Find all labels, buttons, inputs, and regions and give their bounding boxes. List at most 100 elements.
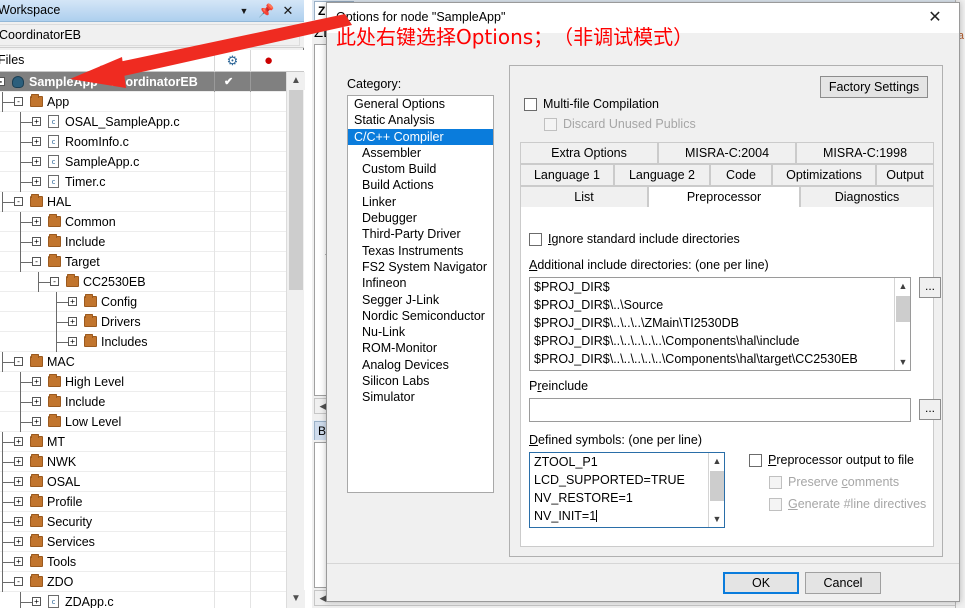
tree-expander-collapsed[interactable]: + (32, 177, 41, 186)
tree-row[interactable]: - App (0, 92, 286, 112)
category-item[interactable]: Build Actions (348, 177, 493, 193)
category-item[interactable]: ROM-Monitor (348, 340, 493, 356)
defined-symbols-textarea[interactable]: ZTOOL_P1 LCD_SUPPORTED=TRUE NV_RESTORE=1 NV… (529, 452, 725, 528)
tree-expander-collapsed[interactable]: + (14, 537, 23, 546)
tree-row[interactable]: + OSAL (0, 472, 286, 492)
workspace-dropdown-icon[interactable]: ▼ (236, 3, 252, 19)
ok-button[interactable]: OK (723, 572, 799, 594)
preprocessor-output-to-file-checkbox[interactable] (749, 454, 762, 467)
close-icon[interactable]: ✕ (921, 7, 949, 29)
tab-language-2[interactable]: Language 2 (614, 164, 710, 186)
tree-expander-collapsed[interactable]: + (14, 557, 23, 566)
tab-extra-options[interactable]: Extra Options (520, 142, 658, 164)
category-item-selected[interactable]: C/C++ Compiler (348, 128, 493, 145)
tree-row[interactable]: + Include (0, 232, 286, 252)
tree-row[interactable]: + Security (0, 512, 286, 532)
tree-row[interactable]: + Config (0, 292, 286, 312)
category-item[interactable]: Analog Devices (348, 357, 493, 373)
category-list[interactable]: General Options Static Analysis C/C++ Comp… (347, 95, 494, 493)
category-item[interactable]: FS2 System Navigator (348, 259, 493, 275)
tree-row[interactable]: + Services (0, 532, 286, 552)
defined-symbols-scrollbar[interactable]: ▲ ▼ (708, 453, 724, 527)
category-item[interactable]: General Options (348, 96, 493, 112)
category-item[interactable]: Simulator (348, 389, 493, 405)
tree-expander-collapsed[interactable]: + (68, 317, 77, 326)
tab-code[interactable]: Code (710, 164, 772, 186)
tree-expander-expanded[interactable]: - (14, 197, 23, 206)
tree-expander-collapsed[interactable]: + (32, 117, 41, 126)
tree-row[interactable]: + c ZDApp.c (0, 592, 286, 608)
category-item[interactable]: Nu-Link (348, 324, 493, 340)
tree-row[interactable]: + MT (0, 432, 286, 452)
category-item[interactable]: Segger J-Link (348, 292, 493, 308)
tree-expander-expanded[interactable]: - (14, 357, 23, 366)
chevron-down-icon[interactable]: ⌄ (285, 29, 293, 40)
cancel-button[interactable]: Cancel (805, 572, 881, 594)
scrollbar-thumb[interactable] (896, 296, 910, 322)
chevron-down-icon[interactable]: ▼ (287, 590, 305, 608)
tree-row[interactable]: - HAL (0, 192, 286, 212)
category-item[interactable]: Nordic Semiconductor (348, 308, 493, 324)
category-item[interactable]: Infineon (348, 275, 493, 291)
scrollbar-thumb[interactable] (289, 90, 303, 290)
tree-expander-expanded[interactable]: - (32, 257, 41, 266)
tree-expander-collapsed[interactable]: + (32, 137, 41, 146)
tree-expander-expanded[interactable]: - (14, 97, 23, 106)
category-item[interactable]: Static Analysis (348, 112, 493, 128)
tree-row[interactable]: + NWK (0, 452, 286, 472)
category-item[interactable]: Texas Instruments (348, 243, 493, 259)
tree-row[interactable]: + c Timer.c (0, 172, 286, 192)
ignore-standard-includes-checkbox[interactable] (529, 233, 542, 246)
tab-output[interactable]: Output (876, 164, 934, 186)
tree-row[interactable]: + Common (0, 212, 286, 232)
tree-row[interactable]: + Include (0, 392, 286, 412)
tree-row[interactable]: + c RoomInfo.c (0, 132, 286, 152)
tree-expander-expanded[interactable]: - (50, 277, 59, 286)
gear-icon[interactable]: ⚙ (214, 50, 250, 72)
tree-row[interactable]: + Tools (0, 552, 286, 572)
category-item[interactable]: Assembler (348, 145, 493, 161)
tree-expander-collapsed[interactable]: + (14, 477, 23, 486)
category-item[interactable]: Silicon Labs (348, 373, 493, 389)
additional-includes-scrollbar[interactable]: ▲ ▼ (894, 278, 910, 370)
multi-file-compilation-checkbox[interactable] (524, 98, 537, 111)
file-tree-scrollbar[interactable]: ▲ ▼ (286, 72, 305, 608)
category-item[interactable]: Debugger (348, 210, 493, 226)
tree-expander-expanded[interactable]: - (0, 77, 5, 86)
tab-optimizations[interactable]: Optimizations (772, 164, 876, 186)
tree-expander-collapsed[interactable]: + (32, 237, 41, 246)
tree-row[interactable]: + Low Level (0, 412, 286, 432)
workspace-config-combo[interactable]: CoordinatorEB ⌄ (0, 22, 304, 48)
chevron-down-icon[interactable]: ▼ (895, 354, 910, 370)
preinclude-input[interactable] (529, 398, 911, 422)
tab-misra-c-2004[interactable]: MISRA-C:2004 (658, 142, 796, 164)
scrollbar-thumb[interactable] (710, 471, 724, 501)
tree-expander-collapsed[interactable]: + (68, 337, 77, 346)
tab-list[interactable]: List (520, 186, 648, 208)
workspace-config-combo-inner[interactable]: CoordinatorEB ⌄ (0, 24, 300, 46)
tree-expander-collapsed[interactable]: + (32, 377, 41, 386)
category-item[interactable]: Custom Build (348, 161, 493, 177)
tree-expander-collapsed[interactable]: + (14, 457, 23, 466)
tree-row[interactable]: - MAC (0, 352, 286, 372)
tree-expander-collapsed[interactable]: + (14, 437, 23, 446)
tree-expander-collapsed[interactable]: + (32, 217, 41, 226)
tree-row[interactable]: + c OSAL_SampleApp.c (0, 112, 286, 132)
tree-row[interactable]: + Includes (0, 332, 286, 352)
tab-language-1[interactable]: Language 1 (520, 164, 614, 186)
tree-row[interactable]: + c SampleApp.c (0, 152, 286, 172)
preinclude-browse-button[interactable]: ... (919, 399, 941, 420)
tree-expander-collapsed[interactable]: + (68, 297, 77, 306)
tab-misra-c-1998[interactable]: MISRA-C:1998 (796, 142, 934, 164)
tree-expander-collapsed[interactable]: + (32, 597, 41, 606)
tree-row[interactable]: + Drivers (0, 312, 286, 332)
red-dot-icon[interactable]: ● (250, 50, 286, 72)
tree-expander-collapsed[interactable]: + (32, 397, 41, 406)
additional-includes-browse-button[interactable]: ... (919, 277, 941, 298)
factory-settings-button[interactable]: Factory Settings (820, 76, 928, 98)
file-tree[interactable]: -SampleApp - CoordinatorEB✔-App+cOSAL_Sa… (0, 72, 286, 608)
close-icon[interactable]: ✕ (280, 3, 296, 19)
tree-row[interactable]: - CC2530EB (0, 272, 286, 292)
tab-diagnostics[interactable]: Diagnostics (800, 186, 934, 208)
tree-row[interactable]: - Target (0, 252, 286, 272)
